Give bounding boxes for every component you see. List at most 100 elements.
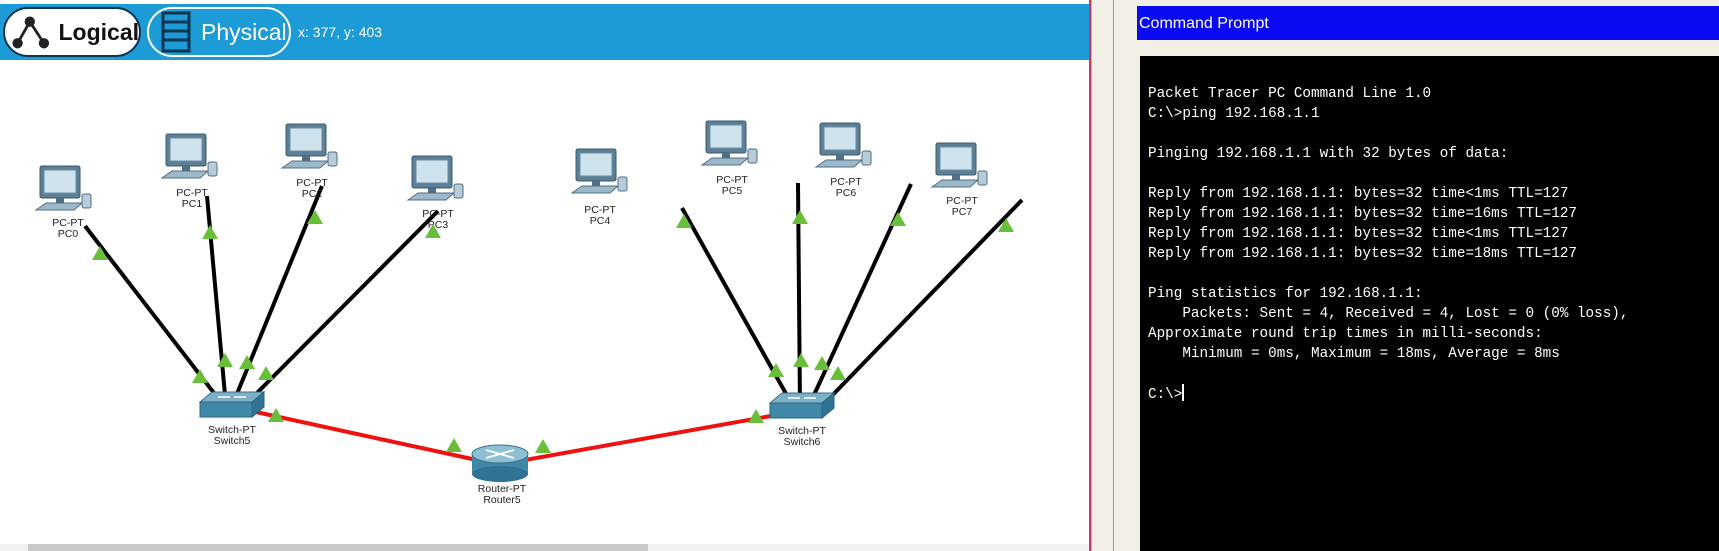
pc-icon[interactable]: PC-PTPC2 [280, 123, 338, 200]
pc-screen [939, 146, 973, 171]
command-prompt-title: Command Prompt [1139, 15, 1269, 32]
console-line: Reply from 192.168.1.1: bytes=32 time<1m… [1148, 226, 1569, 242]
router-base [472, 466, 528, 482]
link-pc4-switch6 [680, 207, 796, 409]
horizontal-scrollbar-thumb[interactable] [28, 544, 648, 551]
device-name-label: PC6 [836, 187, 857, 199]
pc-mouse-tower [327, 151, 338, 167]
link-up-indicator [830, 366, 846, 380]
pc-stand [428, 188, 436, 193]
command-prompt-window: Command Prompt Packet Tracer PC Command … [1114, 0, 1719, 551]
console-line: Approximate round trip times in milli-se… [1148, 326, 1543, 342]
switch-front [769, 402, 823, 419]
command-prompt-titlebar: Command Prompt [1137, 6, 1719, 40]
pc-screen [289, 127, 323, 152]
logical-view-button[interactable]: Logical [3, 7, 141, 57]
device-name-label: PC5 [722, 185, 743, 197]
pane-splitter[interactable] [1091, 0, 1114, 551]
console-line: Pinging 192.168.1.1 with 32 bytes of dat… [1148, 146, 1509, 162]
link-cable [680, 207, 796, 409]
link-cable [513, 412, 783, 464]
pc-screen [579, 152, 613, 177]
console-line: Packets: Sent = 4, Received = 4, Lost = … [1148, 306, 1629, 322]
pc-icon[interactable]: PC-PTPC6 [814, 122, 872, 199]
logical-view-label: Logical [58, 18, 139, 45]
text-cursor [1182, 384, 1185, 401]
pc-stand [592, 181, 600, 186]
cursor-coordinates: x: 377, y: 403 [298, 24, 383, 40]
link-up-indicator [258, 366, 274, 380]
pc-stand [952, 175, 960, 180]
pc-stand [56, 198, 64, 203]
device-name-label: Switch6 [784, 436, 821, 448]
console-line: Reply from 192.168.1.1: bytes=32 time=18… [1148, 246, 1577, 262]
pc-icon[interactable]: PC-PTPC5 [700, 120, 758, 197]
pc-icon[interactable]: PC-PTPC7 [930, 142, 988, 218]
link-pc7-switch6 [818, 198, 1024, 410]
device-name-label: PC1 [182, 198, 203, 210]
link-switch5-router5 [255, 410, 487, 464]
device-name-label: PC0 [58, 228, 79, 240]
pc-keyboard [700, 157, 750, 166]
link-cable [255, 410, 487, 464]
link-up-indicator [535, 439, 551, 453]
pc-screen [415, 159, 449, 184]
pc-mouse-tower [453, 183, 464, 199]
link-up-indicator [793, 353, 809, 367]
pc-mouse-tower [81, 193, 92, 209]
console-prompt: C:\> [1148, 387, 1183, 403]
console-output: Packet Tracer PC Command Line 1.0 C:\>pi… [1148, 84, 1628, 405]
console-line: Ping statistics for 192.168.1.1: [1148, 286, 1423, 302]
topology-diagram: PC-PTPC0PC-PTPC1PC-PTPC2PC-PTPC3PC-PTPC4… [34, 120, 1024, 506]
device-name-label: PC2 [302, 188, 323, 200]
console-line: Reply from 192.168.1.1: bytes=32 time=16… [1148, 206, 1577, 222]
device-name-label: Router5 [483, 494, 521, 506]
pc-keyboard [34, 202, 84, 211]
console-line: Packet Tracer PC Command Line 1.0 [1148, 86, 1432, 102]
horizontal-scrollbar[interactable] [0, 544, 1090, 551]
link-up-indicator [792, 210, 808, 224]
pc-screen [169, 137, 203, 162]
pc-mouse-tower [861, 150, 872, 166]
switch-front [199, 401, 253, 418]
router-icon[interactable]: Router-PTRouter5 [471, 444, 529, 506]
link-up-indicator [890, 212, 906, 226]
pc-stand [302, 156, 310, 161]
pc-icon[interactable]: PC-PTPC4 [570, 148, 628, 227]
device-name-label: PC7 [952, 206, 973, 218]
link-up-indicator [192, 369, 208, 383]
pc-stand [182, 166, 190, 171]
pc-mouse-tower [977, 170, 988, 186]
pc-icon[interactable]: PC-PTPC3 [406, 155, 464, 231]
link-cable [818, 198, 1024, 410]
pc-mouse-tower [747, 148, 758, 164]
physical-view-label: Physical [201, 18, 287, 45]
device-name-label: Switch5 [214, 435, 251, 447]
pc-mouse-tower [617, 176, 628, 192]
command-console[interactable]: Packet Tracer PC Command Line 1.0 C:\>pi… [1140, 56, 1719, 551]
console-line: C:\>ping 192.168.1.1 [1148, 106, 1320, 122]
link-up-indicator [202, 225, 218, 239]
pc-keyboard [406, 192, 456, 201]
pc-keyboard [280, 160, 330, 169]
console-line: Reply from 192.168.1.1: bytes=32 time<1m… [1148, 186, 1569, 202]
topology-canvas[interactable]: PC-PT PC0 PC-PT PC1 PC-PT PC2 PC-PT PC3 PC-PT PC4… [0, 62, 1090, 544]
pc-stand [722, 153, 730, 158]
pc-keyboard [814, 159, 864, 168]
pc-icon[interactable]: PC-PTPC0 [34, 165, 92, 240]
pc-screen [709, 124, 743, 149]
physical-view-button[interactable]: Physical [147, 7, 291, 57]
pc-keyboard [160, 170, 210, 179]
link-up-indicator [446, 438, 462, 452]
logical-workspace: Logical Physical x: 377, y: 403 PC-PT PC0… [0, 0, 1090, 551]
link-router5-switch6 [513, 412, 783, 464]
console-line: Minimum = 0ms, Maximum = 18ms, Average =… [1148, 346, 1560, 362]
switch-icon[interactable]: Switch-PTSwitch5 [198, 390, 266, 447]
pc-stand [836, 155, 844, 160]
switch-icon[interactable]: Switch-PTSwitch6 [768, 391, 836, 448]
pc-keyboard [570, 185, 620, 194]
pc-keyboard [930, 179, 980, 188]
pc-screen [823, 126, 857, 151]
logical-topology-icon [12, 16, 50, 49]
device-name-label: PC4 [590, 215, 611, 227]
